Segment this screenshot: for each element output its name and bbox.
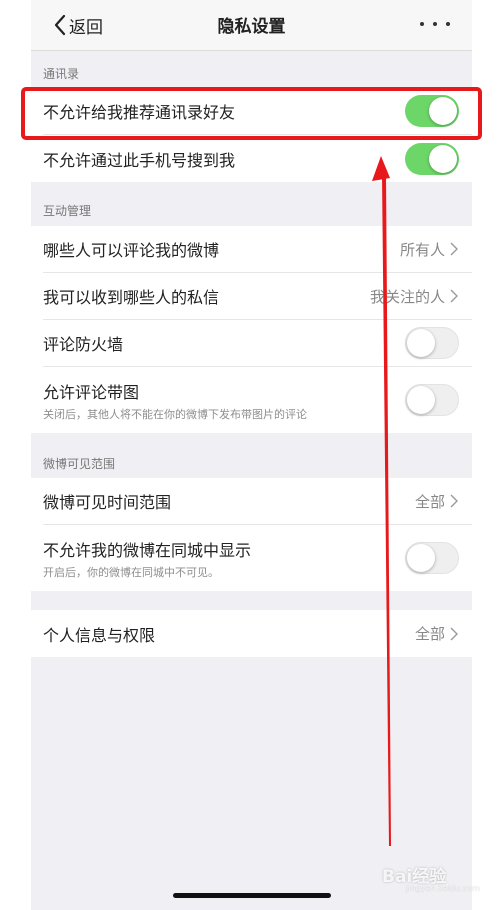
more-dot-icon xyxy=(446,22,450,26)
group-interaction: 哪些人可以评论我的微博 所有人 我可以收到哪些人的私信 我关注的人 评论防火墙 … xyxy=(31,226,472,433)
more-dot-icon xyxy=(420,22,424,26)
section-header-contacts: 通讯录 xyxy=(43,67,80,81)
toggle-allow-comment-images[interactable] xyxy=(405,384,459,416)
row-no-phone-search[interactable]: 不允许通过此手机号搜到我 xyxy=(43,135,472,182)
row-value: 我关注的人 xyxy=(370,273,458,319)
row-no-recommend-contacts[interactable]: 不允许给我推荐通讯录好友 xyxy=(43,88,472,135)
page-title: 隐私设置 xyxy=(217,17,286,37)
row-label: 我可以收到哪些人的私信 xyxy=(43,288,220,307)
toggle-no-recommend-contacts[interactable] xyxy=(405,95,459,127)
toggle-knob xyxy=(407,329,435,357)
toggle-knob xyxy=(429,144,457,173)
row-label: 微博可见时间范围 xyxy=(43,493,172,512)
watermark-url: jingyan.baidu.com xyxy=(406,884,480,893)
row-label: 不允许给我推荐通讯录好友 xyxy=(43,103,236,122)
group-visibility: 微博可见时间范围 全部 不允许我的微博在同城中显示 开启后，你的微博在同城中不可… xyxy=(31,478,472,591)
row-label: 允许评论带图 xyxy=(43,382,140,402)
toggle-knob xyxy=(407,386,435,414)
chevron-right-icon xyxy=(450,494,458,508)
more-dot-icon xyxy=(433,22,437,26)
value-text: 所有人 xyxy=(399,240,445,259)
group-personal: 个人信息与权限 全部 xyxy=(31,610,472,657)
section-header-interaction: 互动管理 xyxy=(43,204,92,218)
row-visible-time-range[interactable]: 微博可见时间范围 全部 xyxy=(43,478,472,525)
row-value: 全部 xyxy=(415,610,458,657)
group-contacts: 不允许给我推荐通讯录好友 不允许通过此手机号搜到我 xyxy=(31,88,472,182)
row-description: 开启后，你的微博在同城中不可见。 xyxy=(43,565,219,579)
chevron-right-icon xyxy=(450,289,458,303)
row-text: 不允许我的微博在同城中显示 开启后，你的微博在同城中不可见。 xyxy=(43,537,251,580)
home-indicator xyxy=(173,893,331,898)
row-allow-comment-images[interactable]: 允许评论带图 关闭后，其他人将不能在你的微博下发布带图片的评论 xyxy=(43,367,472,433)
row-who-can-comment[interactable]: 哪些人可以评论我的微博 所有人 xyxy=(43,226,472,273)
toggle-no-phone-search[interactable] xyxy=(405,142,459,175)
chevron-right-icon xyxy=(450,242,458,256)
toggle-comment-firewall[interactable] xyxy=(405,327,459,359)
row-label: 不允许通过此手机号搜到我 xyxy=(43,150,236,170)
row-hide-in-local[interactable]: 不允许我的微博在同城中显示 开启后，你的微博在同城中不可见。 xyxy=(43,525,472,591)
toggle-knob xyxy=(407,544,435,572)
section-header-visibility: 微博可见范围 xyxy=(43,457,116,471)
row-value: 所有人 xyxy=(400,226,458,272)
row-description: 关闭后，其他人将不能在你的微博下发布带图片的评论 xyxy=(43,407,307,421)
row-private-messages[interactable]: 我可以收到哪些人的私信 我关注的人 xyxy=(43,273,472,320)
value-text: 全部 xyxy=(414,492,445,511)
row-personal-info-permissions[interactable]: 个人信息与权限 全部 xyxy=(43,610,472,657)
value-text: 全部 xyxy=(414,625,445,643)
phone-screen: 返回 隐私设置 通讯录 不允许给我推荐通讯录好友 不允许通过此手机号搜到我 互动… xyxy=(31,0,472,910)
row-text: 允许评论带图 关闭后，其他人将不能在你的微博下发布带图片的评论 xyxy=(43,379,307,422)
row-comment-firewall[interactable]: 评论防火墙 xyxy=(43,320,472,367)
toggle-hide-in-local[interactable] xyxy=(405,542,459,574)
row-label: 个人信息与权限 xyxy=(43,625,156,645)
row-value: 全部 xyxy=(415,478,458,524)
chevron-right-icon xyxy=(450,627,458,640)
more-button[interactable] xyxy=(420,14,450,34)
toggle-knob xyxy=(429,97,457,125)
value-text: 我关注的人 xyxy=(369,287,445,306)
row-label: 哪些人可以评论我的微博 xyxy=(43,241,220,260)
navigation-bar: 返回 隐私设置 xyxy=(31,0,472,51)
row-label: 评论防火墙 xyxy=(43,335,124,354)
row-label: 不允许我的微博在同城中显示 xyxy=(43,540,252,560)
